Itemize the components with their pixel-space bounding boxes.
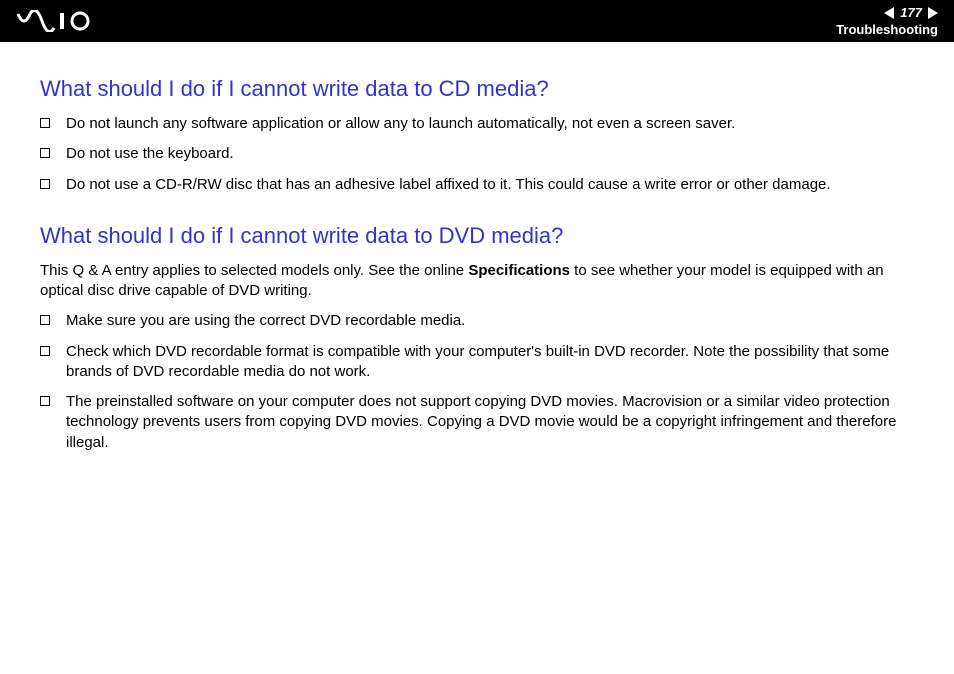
- list-item: Do not use the keyboard.: [40, 144, 926, 164]
- nav-prev-icon[interactable]: [884, 7, 894, 19]
- content-area: What should I do if I cannot write data …: [0, 42, 954, 483]
- intro-bold: Specifications: [468, 262, 570, 279]
- list-item: Check which DVD recordable format is com…: [40, 342, 926, 383]
- intro-before: This Q & A entry applies to selected mod…: [40, 262, 468, 279]
- header-bar: 177 Troubleshooting: [0, 0, 954, 42]
- intro-paragraph: This Q & A entry applies to selected mod…: [40, 261, 926, 302]
- heading-cd: What should I do if I cannot write data …: [40, 76, 926, 102]
- list-item: The preinstalled software on your comput…: [40, 392, 926, 453]
- bullet-marker-icon: [40, 118, 50, 128]
- bullet-text: Check which DVD recordable format is com…: [66, 342, 926, 383]
- vaio-logo: [16, 10, 106, 32]
- bullet-text: The preinstalled software on your comput…: [66, 392, 926, 453]
- page-number: 177: [896, 5, 926, 20]
- nav-next-icon[interactable]: [928, 7, 938, 19]
- bullet-marker-icon: [40, 148, 50, 158]
- list-item: Do not launch any software application o…: [40, 114, 926, 134]
- bullet-marker-icon: [40, 396, 50, 406]
- list-item: Do not use a CD-R/RW disc that has an ad…: [40, 175, 926, 195]
- bullet-text: Make sure you are using the correct DVD …: [66, 311, 926, 331]
- page-number-row: 177: [884, 5, 938, 20]
- bullet-text: Do not use a CD-R/RW disc that has an ad…: [66, 175, 926, 195]
- bullet-list-cd: Do not launch any software application o…: [40, 114, 926, 195]
- list-item: Make sure you are using the correct DVD …: [40, 311, 926, 331]
- bullet-text: Do not launch any software application o…: [66, 114, 926, 134]
- bullet-marker-icon: [40, 346, 50, 356]
- heading-dvd: What should I do if I cannot write data …: [40, 223, 926, 249]
- section-name: Troubleshooting: [836, 22, 938, 37]
- bullet-marker-icon: [40, 179, 50, 189]
- bullet-list-dvd: Make sure you are using the correct DVD …: [40, 311, 926, 453]
- page-nav: 177 Troubleshooting: [836, 5, 938, 37]
- bullet-text: Do not use the keyboard.: [66, 144, 926, 164]
- bullet-marker-icon: [40, 315, 50, 325]
